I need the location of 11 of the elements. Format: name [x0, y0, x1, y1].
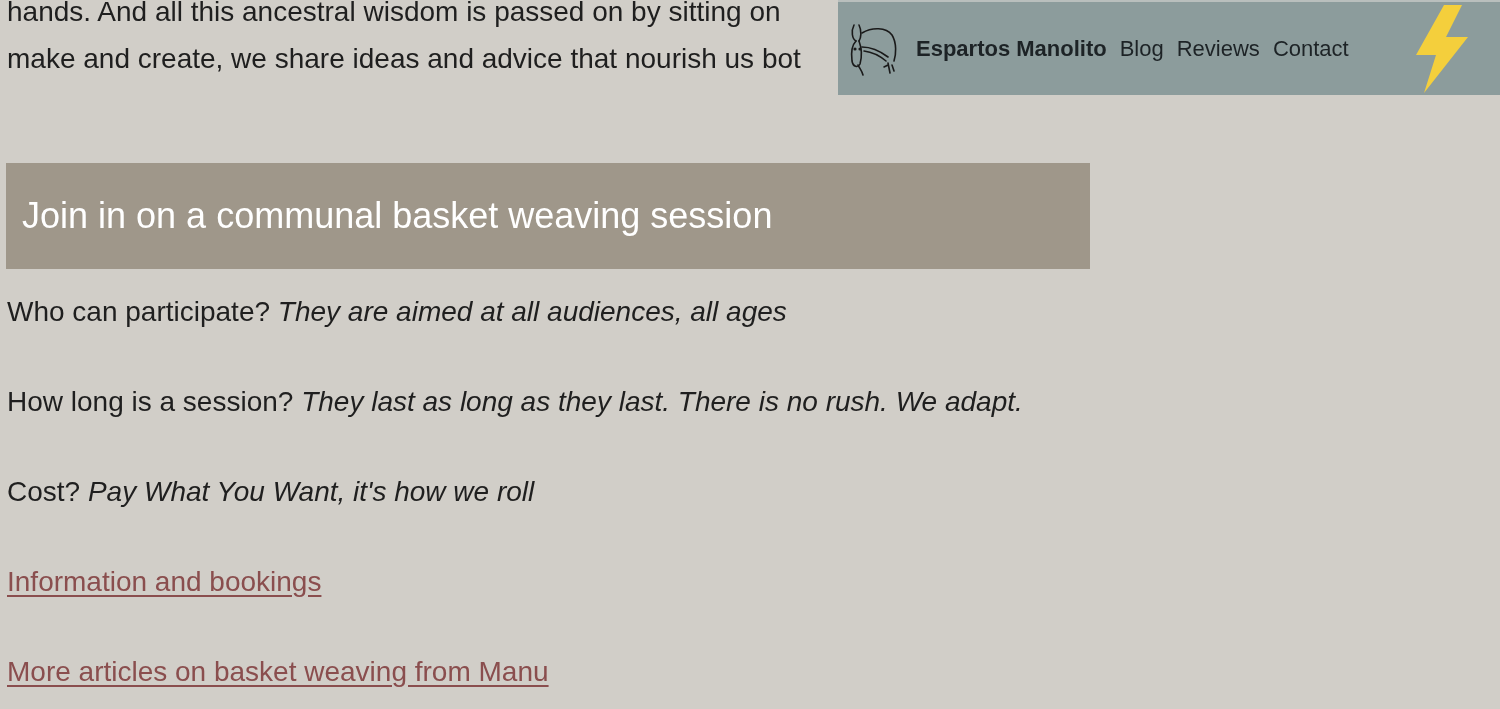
text-link[interactable]: Information and bookings: [7, 560, 322, 604]
nav-link[interactable]: Reviews: [1176, 32, 1260, 65]
section-heading: Join in on a communal basket weaving session: [6, 163, 1090, 269]
nav-link[interactable]: Blog: [1119, 32, 1164, 65]
text-link[interactable]: More articles on basket weaving from Manu: [7, 650, 549, 694]
brand-link[interactable]: Espartos Manolito: [916, 32, 1107, 65]
nav-link[interactable]: Contact: [1272, 32, 1349, 65]
faq-text: Cost? Pay What You Want, it's how we roll: [7, 475, 536, 509]
faq-text: Who can participate? They are aimed at all audiences, all ages: [7, 295, 788, 329]
paragraph-text: hands. And all this ancestral wisdom is passed on by sitting on make and create, we share ideas and advice that nourish us bot: [7, 0, 801, 76]
faq-text: How long is a session? They last as long as they last. There is no rush. We adapt.: [7, 385, 1023, 419]
